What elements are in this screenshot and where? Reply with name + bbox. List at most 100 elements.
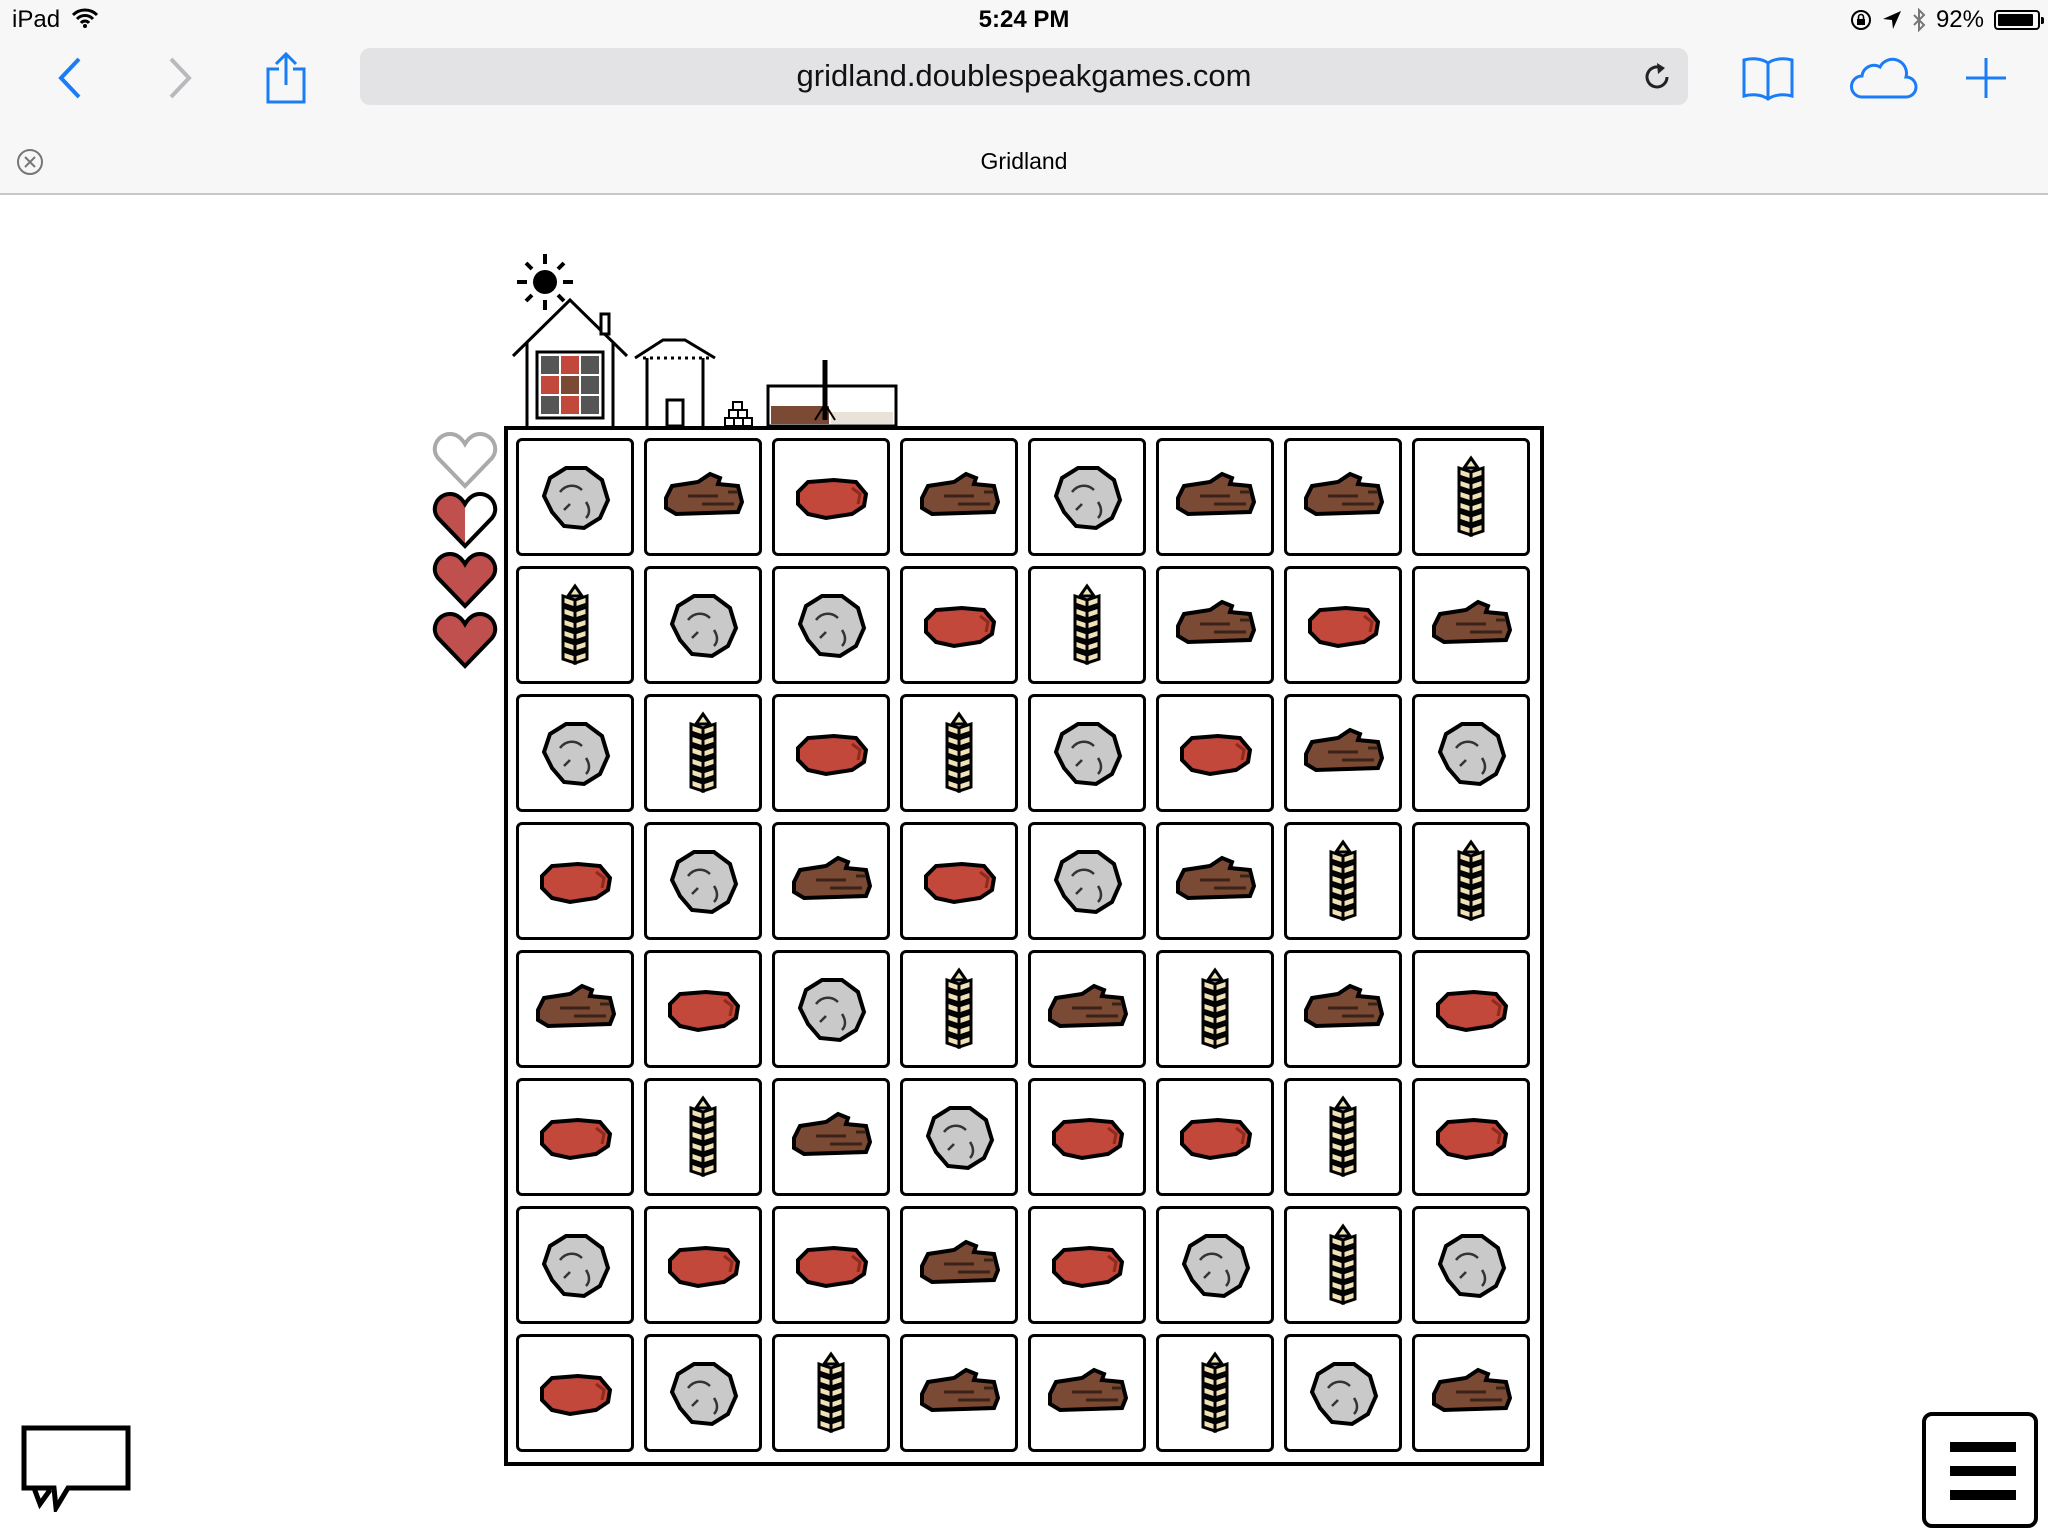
new-tab-button[interactable] bbox=[1958, 50, 2014, 106]
menu-button[interactable] bbox=[1922, 1412, 2038, 1528]
tile-grain[interactable] bbox=[1284, 822, 1402, 940]
grain-icon bbox=[689, 711, 717, 794]
tile-wood[interactable] bbox=[516, 950, 634, 1068]
meat-icon bbox=[540, 1117, 613, 1161]
tile-meat[interactable] bbox=[516, 1334, 634, 1452]
meat-icon bbox=[796, 477, 869, 521]
tile-wood[interactable] bbox=[644, 438, 762, 556]
tile-grain[interactable] bbox=[1028, 566, 1146, 684]
tile-wood[interactable] bbox=[772, 1078, 890, 1196]
tile-meat[interactable] bbox=[772, 1206, 890, 1324]
wood-icon bbox=[1048, 983, 1129, 1029]
meat-icon bbox=[668, 1245, 741, 1289]
rock-icon bbox=[1437, 1234, 1507, 1299]
tile-wood[interactable] bbox=[1412, 566, 1530, 684]
tile-wood[interactable] bbox=[1156, 566, 1274, 684]
grain-icon bbox=[689, 1095, 717, 1178]
tile-wood[interactable] bbox=[1156, 438, 1274, 556]
rock-icon bbox=[541, 722, 611, 787]
tile-meat[interactable] bbox=[516, 1078, 634, 1196]
tile-meat[interactable] bbox=[1156, 694, 1274, 812]
tile-meat[interactable] bbox=[900, 822, 1018, 940]
chat-icon[interactable] bbox=[20, 1424, 132, 1512]
tile-grain[interactable] bbox=[1156, 950, 1274, 1068]
tile-wood[interactable] bbox=[1156, 822, 1274, 940]
tile-wood[interactable] bbox=[900, 1334, 1018, 1452]
tile-rock[interactable] bbox=[772, 566, 890, 684]
tile-rock[interactable] bbox=[900, 1078, 1018, 1196]
tile-meat[interactable] bbox=[644, 1206, 762, 1324]
tile-wood[interactable] bbox=[1284, 438, 1402, 556]
tile-meat[interactable] bbox=[900, 566, 1018, 684]
tile-meat[interactable] bbox=[1156, 1078, 1274, 1196]
tile-grain[interactable] bbox=[1412, 438, 1530, 556]
share-button[interactable] bbox=[258, 50, 314, 106]
tile-rock[interactable] bbox=[516, 438, 634, 556]
wood-icon bbox=[1304, 983, 1385, 1029]
wood-icon bbox=[664, 471, 745, 517]
tile-rock[interactable] bbox=[644, 566, 762, 684]
forward-button[interactable] bbox=[152, 50, 208, 106]
tile-wood[interactable] bbox=[1028, 1334, 1146, 1452]
tile-wood[interactable] bbox=[1028, 950, 1146, 1068]
tile-grain[interactable] bbox=[1284, 1078, 1402, 1196]
tile-rock[interactable] bbox=[1028, 694, 1146, 812]
tile-grain[interactable] bbox=[1412, 822, 1530, 940]
rock-icon bbox=[1181, 1234, 1251, 1299]
bookmarks-icon bbox=[1742, 57, 1794, 101]
tile-wood[interactable] bbox=[1284, 950, 1402, 1068]
tile-wood[interactable] bbox=[900, 1206, 1018, 1324]
tile-rock[interactable] bbox=[1028, 438, 1146, 556]
tile-rock[interactable] bbox=[1284, 1334, 1402, 1452]
grain-icon bbox=[1457, 839, 1485, 922]
tile-wood[interactable] bbox=[1412, 1334, 1530, 1452]
wood-icon bbox=[920, 471, 1001, 517]
tile-rock[interactable] bbox=[1412, 694, 1530, 812]
rock-icon bbox=[1309, 1362, 1379, 1427]
tile-rock[interactable] bbox=[1156, 1206, 1274, 1324]
grain-icon bbox=[1329, 1223, 1357, 1306]
tile-grain[interactable] bbox=[1284, 1206, 1402, 1324]
heart-icon-half bbox=[432, 491, 498, 549]
tile-rock[interactable] bbox=[516, 694, 634, 812]
tile-meat[interactable] bbox=[644, 950, 762, 1068]
tile-wood[interactable] bbox=[772, 822, 890, 940]
tile-meat[interactable] bbox=[516, 822, 634, 940]
tile-rock[interactable] bbox=[1028, 822, 1146, 940]
tile-grain[interactable] bbox=[516, 566, 634, 684]
wood-icon bbox=[792, 1111, 873, 1157]
meat-icon bbox=[1180, 1117, 1253, 1161]
tile-grain[interactable] bbox=[772, 1334, 890, 1452]
tile-rock[interactable] bbox=[1412, 1206, 1530, 1324]
tile-wood[interactable] bbox=[900, 438, 1018, 556]
tile-rock[interactable] bbox=[772, 950, 890, 1068]
bookmarks-button[interactable] bbox=[1740, 50, 1796, 106]
address-bar[interactable]: gridland.doublespeakgames.com bbox=[360, 48, 1688, 105]
rock-icon bbox=[669, 1362, 739, 1427]
rock-icon bbox=[1053, 466, 1123, 531]
wood-icon bbox=[920, 1367, 1001, 1413]
health-hearts bbox=[432, 430, 500, 670]
tile-meat[interactable] bbox=[1412, 950, 1530, 1068]
tile-grain[interactable] bbox=[1156, 1334, 1274, 1452]
tile-rock[interactable] bbox=[516, 1206, 634, 1324]
wood-icon bbox=[1176, 855, 1257, 901]
meat-icon bbox=[1436, 1117, 1509, 1161]
tile-grain[interactable] bbox=[644, 1078, 762, 1196]
tile-grain[interactable] bbox=[900, 694, 1018, 812]
tile-wood[interactable] bbox=[1284, 694, 1402, 812]
tile-meat[interactable] bbox=[772, 694, 890, 812]
tile-meat[interactable] bbox=[1284, 566, 1402, 684]
meat-icon bbox=[796, 733, 869, 777]
tile-meat[interactable] bbox=[1412, 1078, 1530, 1196]
tile-meat[interactable] bbox=[1028, 1078, 1146, 1196]
tile-meat[interactable] bbox=[772, 438, 890, 556]
cloud-tabs-button[interactable] bbox=[1848, 50, 1918, 106]
tile-grain[interactable] bbox=[644, 694, 762, 812]
reload-icon[interactable] bbox=[1640, 60, 1674, 94]
tile-rock[interactable] bbox=[644, 1334, 762, 1452]
back-button[interactable] bbox=[42, 50, 98, 106]
tile-meat[interactable] bbox=[1028, 1206, 1146, 1324]
tile-grain[interactable] bbox=[900, 950, 1018, 1068]
tile-rock[interactable] bbox=[644, 822, 762, 940]
